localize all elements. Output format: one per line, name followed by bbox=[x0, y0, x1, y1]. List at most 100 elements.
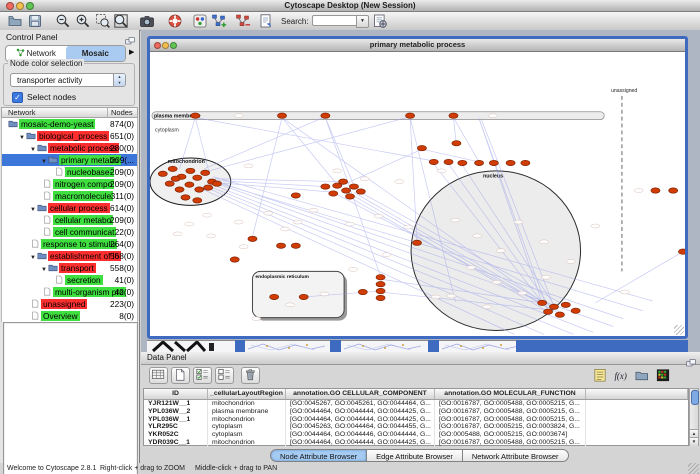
network-node[interactable] bbox=[458, 160, 467, 165]
table-row[interactable]: YLR295Ccytoplasm[GO:0045263, GO:0044464,… bbox=[144, 423, 688, 431]
table-row[interactable]: YPL036W__1mitochondrion[GO:0044464, GO:0… bbox=[144, 416, 688, 424]
delete-attr-button[interactable] bbox=[241, 367, 260, 384]
table-button[interactable] bbox=[149, 367, 168, 384]
network-node[interactable] bbox=[321, 113, 330, 118]
table-row[interactable]: YKR052Ccytoplasm[GO:0044464, GO:0044446,… bbox=[144, 431, 688, 439]
node-color-dropdown[interactable]: transporter activity ▲▼ bbox=[10, 73, 126, 87]
network-node[interactable] bbox=[412, 240, 421, 245]
zoom-fit-button[interactable] bbox=[113, 13, 129, 29]
network-node[interactable] bbox=[339, 179, 348, 184]
column-header[interactable]: annotation.GO CELLULAR_COMPONENT bbox=[286, 389, 435, 399]
search-input[interactable] bbox=[312, 15, 361, 26]
help-button[interactable] bbox=[167, 13, 183, 29]
network-view-window[interactable]: primary metabolic process plasma membran… bbox=[147, 36, 688, 339]
save-button[interactable] bbox=[27, 13, 43, 29]
background-window-thumbnail[interactable] bbox=[245, 340, 330, 352]
network-node[interactable] bbox=[201, 170, 210, 175]
network-node[interactable] bbox=[230, 257, 239, 262]
network-node[interactable] bbox=[291, 243, 300, 248]
table-cell[interactable]: [GO:0016787, GO:0005488, GO:0005215, G..… bbox=[435, 400, 586, 408]
network-node[interactable] bbox=[345, 194, 354, 199]
tree-row[interactable]: mosaic-demo-yeast874(0) bbox=[2, 118, 137, 130]
network-node[interactable] bbox=[678, 249, 685, 254]
network-node[interactable] bbox=[193, 175, 202, 180]
view-resize-grip[interactable] bbox=[674, 325, 684, 335]
table-cell[interactable]: YLR295C bbox=[144, 423, 208, 431]
tree-row[interactable]: nitrogen compo209(0) bbox=[2, 178, 137, 190]
network-canvas[interactable]: plasma membranecytoplasmmitochondrionnuc… bbox=[150, 52, 685, 335]
table-cell[interactable]: YDR039C__1 bbox=[144, 439, 208, 447]
window-titlebar[interactable]: Cytoscape Desktop (New Session) bbox=[0, 0, 700, 12]
network-node[interactable] bbox=[571, 308, 580, 313]
network-node[interactable] bbox=[329, 191, 338, 196]
background-window-thumbnail[interactable] bbox=[330, 340, 341, 352]
background-window-thumbnail[interactable] bbox=[341, 340, 428, 352]
table-cell[interactable]: mitochondrion bbox=[208, 400, 286, 408]
network-node[interactable] bbox=[204, 185, 213, 190]
background-window-thumbnail[interactable] bbox=[428, 340, 439, 352]
column-header[interactable]: ID bbox=[144, 389, 208, 399]
network-node[interactable] bbox=[544, 309, 553, 314]
tree-row[interactable]: unassigned223(0) bbox=[2, 298, 137, 310]
tree-row[interactable]: secretion41(0) bbox=[2, 274, 137, 286]
network-node[interactable] bbox=[193, 198, 202, 203]
tree-row[interactable]: ▼establishment of lo558(0) bbox=[2, 250, 137, 262]
network-node[interactable] bbox=[165, 181, 174, 186]
table-row[interactable]: YPL036W__2plasma membrane[GO:0044464, GO… bbox=[144, 408, 688, 416]
table-cell[interactable]: mitochondrion bbox=[208, 416, 286, 424]
network-node[interactable] bbox=[549, 304, 558, 309]
network-node[interactable] bbox=[299, 294, 308, 299]
network-node[interactable] bbox=[376, 288, 385, 293]
search-dropdown-arrow-icon[interactable]: ▼ bbox=[356, 15, 369, 28]
tab-node-attribute-browser[interactable]: Node Attribute Browser bbox=[270, 449, 367, 462]
column-header[interactable]: annotation.GO MOLECULAR_FUNCTION bbox=[435, 389, 586, 399]
network-node[interactable] bbox=[321, 184, 330, 189]
tree-row[interactable]: cell communicat22(0) bbox=[2, 226, 137, 238]
heatmap-button[interactable] bbox=[655, 368, 671, 383]
network-node[interactable] bbox=[277, 243, 286, 248]
tab-overflow-arrow[interactable]: ▶ bbox=[129, 48, 134, 56]
network-node[interactable] bbox=[521, 160, 530, 165]
network-node[interactable] bbox=[376, 295, 385, 300]
table-cell[interactable]: cytoplasm bbox=[208, 423, 286, 431]
network-node[interactable] bbox=[651, 188, 660, 193]
zoom-in-button[interactable] bbox=[75, 13, 91, 29]
annotation-button[interactable] bbox=[258, 13, 274, 29]
tree-row[interactable]: nucleobase-209(0) bbox=[2, 166, 137, 178]
table-cell[interactable]: [GO:0044464, GO:0044444, GO:0044425, G..… bbox=[286, 408, 435, 416]
create-view-button[interactable] bbox=[211, 13, 227, 29]
tree-header-nodes[interactable]: Nodes bbox=[107, 108, 133, 117]
network-node[interactable] bbox=[489, 160, 498, 165]
network-node[interactable] bbox=[248, 236, 257, 241]
attr-list-button[interactable] bbox=[592, 368, 608, 383]
network-node[interactable] bbox=[538, 300, 547, 305]
tree-row[interactable]: cellular metabo209(0) bbox=[2, 214, 137, 226]
network-node[interactable] bbox=[452, 141, 461, 146]
snapshot-button[interactable] bbox=[139, 13, 155, 29]
search-config-button[interactable] bbox=[372, 13, 388, 29]
destroy-view-button[interactable] bbox=[235, 13, 251, 29]
birdseye-overview[interactable] bbox=[3, 322, 138, 474]
table-cell[interactable]: cytoplasm bbox=[208, 431, 286, 439]
network-node[interactable] bbox=[185, 182, 194, 187]
network-node[interactable] bbox=[270, 294, 279, 299]
tree-row[interactable]: multi-organism pro42(0) bbox=[2, 286, 137, 298]
dropdown-stepper-icon[interactable]: ▲▼ bbox=[113, 74, 125, 86]
network-node[interactable] bbox=[277, 113, 286, 118]
network-node[interactable] bbox=[181, 195, 190, 200]
table-cell[interactable]: YPL036W__1 bbox=[144, 416, 208, 424]
network-node[interactable] bbox=[175, 187, 184, 192]
table-cell[interactable]: plasma membrane bbox=[208, 408, 286, 416]
table-cell[interactable]: [GO:0016787, GO:0005488, GO:0005215, G..… bbox=[435, 416, 586, 424]
network-node[interactable] bbox=[376, 275, 385, 280]
table-row[interactable]: YDR039C__1mitochondrion[GO:0044464, GO:0… bbox=[144, 439, 688, 447]
open-button[interactable] bbox=[7, 13, 23, 29]
tree-row[interactable]: ▼transport558(0) bbox=[2, 262, 137, 274]
network-node[interactable] bbox=[349, 184, 358, 189]
tab-edge-attribute-browser[interactable]: Edge Attribute Browser bbox=[366, 449, 463, 462]
select-nodes-checkbox[interactable]: ✓ bbox=[12, 92, 23, 103]
network-view-titlebar[interactable]: primary metabolic process bbox=[150, 39, 685, 52]
network-node[interactable] bbox=[158, 171, 167, 176]
tree-header-network[interactable]: Network bbox=[8, 108, 36, 118]
network-node[interactable] bbox=[406, 113, 415, 118]
